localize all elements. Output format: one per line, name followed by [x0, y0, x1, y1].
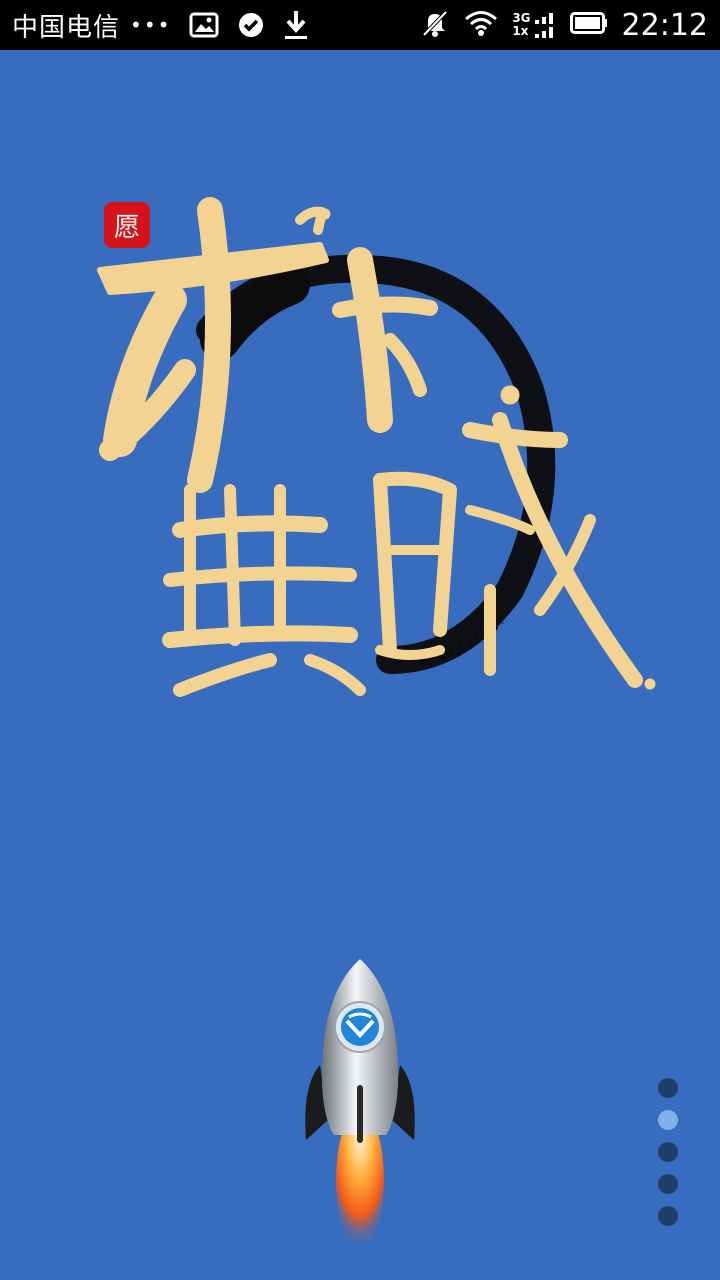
movie-title-calligraphy: 愿 [90, 190, 670, 730]
mute-icon [420, 8, 450, 42]
more-notifications-icon: ••• [130, 13, 172, 37]
page-dot[interactable] [658, 1078, 678, 1098]
download-icon [283, 9, 309, 41]
page-indicator [658, 1078, 682, 1226]
page-dot[interactable] [658, 1206, 678, 1226]
image-icon [189, 12, 219, 38]
page-dot[interactable] [658, 1110, 678, 1130]
signal-icon: 3G 1x [512, 11, 555, 39]
check-circle-icon [237, 11, 265, 39]
battery-icon [569, 12, 608, 38]
carrier-name: 中国电信 [12, 12, 121, 43]
status-right-group: 3G 1x 22:12 [420, 8, 708, 43]
clock: 22:12 [621, 7, 708, 43]
status-bar: 中国电信 ••• 3G 1x 22:12 [0, 0, 720, 50]
page-dot[interactable] [658, 1142, 678, 1162]
seal-text: 愿 [114, 213, 140, 243]
network-type-bottom: 1x [512, 24, 529, 38]
rocket-logo [300, 955, 420, 1255]
wifi-icon [464, 9, 498, 41]
page-dot[interactable] [658, 1174, 678, 1194]
